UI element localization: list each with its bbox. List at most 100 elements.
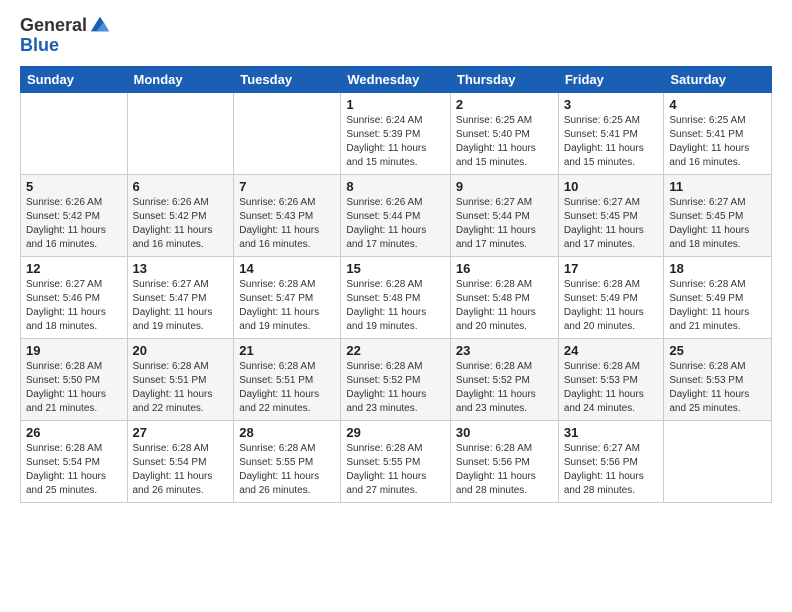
day-number: 11	[669, 179, 766, 194]
day-number: 15	[346, 261, 445, 276]
weekday-header-sunday: Sunday	[21, 66, 128, 92]
day-number: 12	[26, 261, 122, 276]
logo-icon	[89, 13, 111, 35]
logo-general-text: General	[20, 16, 87, 36]
calendar-cell: 21 Sunrise: 6:28 AM Sunset: 5:51 PM Dayli…	[234, 338, 341, 420]
day-info: Sunrise: 6:25 AM Sunset: 5:41 PM Dayligh…	[564, 114, 659, 170]
calendar-week-row: 12 Sunrise: 6:27 AM Sunset: 5:46 PM Dayli…	[21, 256, 772, 338]
calendar-cell: 20 Sunrise: 6:28 AM Sunset: 5:51 PM Dayli…	[127, 338, 234, 420]
calendar-cell: 12 Sunrise: 6:27 AM Sunset: 5:46 PM Dayli…	[21, 256, 128, 338]
calendar-cell: 19 Sunrise: 6:28 AM Sunset: 5:50 PM Dayli…	[21, 338, 128, 420]
calendar-cell	[664, 420, 772, 502]
day-number: 29	[346, 425, 445, 440]
logo-blue-text: Blue	[20, 35, 59, 55]
calendar-cell: 2 Sunrise: 6:25 AM Sunset: 5:40 PM Daylig…	[450, 92, 558, 174]
day-info: Sunrise: 6:28 AM Sunset: 5:51 PM Dayligh…	[133, 360, 229, 416]
day-info: Sunrise: 6:27 AM Sunset: 5:46 PM Dayligh…	[26, 278, 122, 334]
weekday-header-tuesday: Tuesday	[234, 66, 341, 92]
calendar-cell: 7Sunrise: 6:26 AM Sunset: 5:43 PM Daylig…	[234, 174, 341, 256]
day-info: Sunrise: 6:28 AM Sunset: 5:54 PM Dayligh…	[26, 442, 122, 498]
day-info: Sunrise: 6:26 AM Sunset: 5:42 PM Dayligh…	[133, 196, 229, 252]
calendar-cell: 24Sunrise: 6:28 AM Sunset: 5:53 PM Dayli…	[558, 338, 664, 420]
calendar-header-row: SundayMondayTuesdayWednesdayThursdayFrid…	[21, 66, 772, 92]
day-info: Sunrise: 6:27 AM Sunset: 5:45 PM Dayligh…	[669, 196, 766, 252]
weekday-header-friday: Friday	[558, 66, 664, 92]
day-info: Sunrise: 6:26 AM Sunset: 5:44 PM Dayligh…	[346, 196, 445, 252]
calendar-cell: 15 Sunrise: 6:28 AM Sunset: 5:48 PM Dayli…	[341, 256, 451, 338]
day-number: 27	[133, 425, 229, 440]
day-number: 1	[346, 97, 445, 112]
calendar-week-row: 26 Sunrise: 6:28 AM Sunset: 5:54 PM Dayli…	[21, 420, 772, 502]
weekday-header-monday: Monday	[127, 66, 234, 92]
calendar-cell: 30Sunrise: 6:28 AM Sunset: 5:56 PM Dayli…	[450, 420, 558, 502]
day-info: Sunrise: 6:28 AM Sunset: 5:48 PM Dayligh…	[456, 278, 553, 334]
day-info: Sunrise: 6:27 AM Sunset: 5:44 PM Dayligh…	[456, 196, 553, 252]
day-info: Sunrise: 6:28 AM Sunset: 5:50 PM Dayligh…	[26, 360, 122, 416]
day-info: Sunrise: 6:27 AM Sunset: 5:56 PM Dayligh…	[564, 442, 659, 498]
day-number: 5	[26, 179, 122, 194]
day-info: Sunrise: 6:28 AM Sunset: 5:54 PM Dayligh…	[133, 442, 229, 498]
day-number: 10	[564, 179, 659, 194]
day-number: 4	[669, 97, 766, 112]
weekday-header-thursday: Thursday	[450, 66, 558, 92]
day-info: Sunrise: 6:28 AM Sunset: 5:47 PM Dayligh…	[239, 278, 335, 334]
day-info: Sunrise: 6:28 AM Sunset: 5:52 PM Dayligh…	[456, 360, 553, 416]
calendar-cell: 28 Sunrise: 6:28 AM Sunset: 5:55 PM Dayli…	[234, 420, 341, 502]
calendar-cell: 31 Sunrise: 6:27 AM Sunset: 5:56 PM Dayli…	[558, 420, 664, 502]
calendar-cell: 3 Sunrise: 6:25 AM Sunset: 5:41 PM Daylig…	[558, 92, 664, 174]
day-info: Sunrise: 6:25 AM Sunset: 5:41 PM Dayligh…	[669, 114, 766, 170]
day-number: 26	[26, 425, 122, 440]
calendar-cell: 29 Sunrise: 6:28 AM Sunset: 5:55 PM Dayli…	[341, 420, 451, 502]
day-number: 17	[564, 261, 659, 276]
header: General Blue	[20, 16, 772, 56]
day-number: 31	[564, 425, 659, 440]
day-number: 13	[133, 261, 229, 276]
calendar-cell: 18Sunrise: 6:28 AM Sunset: 5:49 PM Dayli…	[664, 256, 772, 338]
calendar-week-row: 1 Sunrise: 6:24 AM Sunset: 5:39 PM Daylig…	[21, 92, 772, 174]
weekday-header-saturday: Saturday	[664, 66, 772, 92]
calendar-week-row: 5 Sunrise: 6:26 AM Sunset: 5:42 PM Daylig…	[21, 174, 772, 256]
calendar-cell: 27 Sunrise: 6:28 AM Sunset: 5:54 PM Dayli…	[127, 420, 234, 502]
calendar-cell: 16 Sunrise: 6:28 AM Sunset: 5:48 PM Dayli…	[450, 256, 558, 338]
day-number: 3	[564, 97, 659, 112]
day-number: 28	[239, 425, 335, 440]
calendar-cell: 5 Sunrise: 6:26 AM Sunset: 5:42 PM Daylig…	[21, 174, 128, 256]
day-number: 14	[239, 261, 335, 276]
calendar-cell	[234, 92, 341, 174]
day-number: 21	[239, 343, 335, 358]
day-number: 23	[456, 343, 553, 358]
day-number: 16	[456, 261, 553, 276]
day-info: Sunrise: 6:28 AM Sunset: 5:56 PM Dayligh…	[456, 442, 553, 498]
day-number: 19	[26, 343, 122, 358]
calendar-cell	[127, 92, 234, 174]
calendar-cell: 10Sunrise: 6:27 AM Sunset: 5:45 PM Dayli…	[558, 174, 664, 256]
day-info: Sunrise: 6:28 AM Sunset: 5:53 PM Dayligh…	[669, 360, 766, 416]
calendar-cell	[21, 92, 128, 174]
day-info: Sunrise: 6:28 AM Sunset: 5:55 PM Dayligh…	[346, 442, 445, 498]
page: General Blue SundayMondayTuesdayWednesda…	[0, 0, 792, 612]
day-info: Sunrise: 6:28 AM Sunset: 5:51 PM Dayligh…	[239, 360, 335, 416]
calendar-cell: 25Sunrise: 6:28 AM Sunset: 5:53 PM Dayli…	[664, 338, 772, 420]
calendar-cell: 22Sunrise: 6:28 AM Sunset: 5:52 PM Dayli…	[341, 338, 451, 420]
day-number: 18	[669, 261, 766, 276]
calendar-week-row: 19 Sunrise: 6:28 AM Sunset: 5:50 PM Dayli…	[21, 338, 772, 420]
day-number: 8	[346, 179, 445, 194]
calendar-cell: 26 Sunrise: 6:28 AM Sunset: 5:54 PM Dayli…	[21, 420, 128, 502]
day-info: Sunrise: 6:24 AM Sunset: 5:39 PM Dayligh…	[346, 114, 445, 170]
calendar-cell: 1 Sunrise: 6:24 AM Sunset: 5:39 PM Daylig…	[341, 92, 451, 174]
day-number: 2	[456, 97, 553, 112]
day-info: Sunrise: 6:28 AM Sunset: 5:48 PM Dayligh…	[346, 278, 445, 334]
day-info: Sunrise: 6:28 AM Sunset: 5:55 PM Dayligh…	[239, 442, 335, 498]
day-info: Sunrise: 6:26 AM Sunset: 5:42 PM Dayligh…	[26, 196, 122, 252]
day-number: 7	[239, 179, 335, 194]
logo: General Blue	[20, 16, 111, 56]
day-number: 6	[133, 179, 229, 194]
calendar-table: SundayMondayTuesdayWednesdayThursdayFrid…	[20, 66, 772, 503]
day-info: Sunrise: 6:28 AM Sunset: 5:49 PM Dayligh…	[564, 278, 659, 334]
day-info: Sunrise: 6:27 AM Sunset: 5:47 PM Dayligh…	[133, 278, 229, 334]
day-info: Sunrise: 6:25 AM Sunset: 5:40 PM Dayligh…	[456, 114, 553, 170]
weekday-header-wednesday: Wednesday	[341, 66, 451, 92]
day-number: 20	[133, 343, 229, 358]
day-number: 9	[456, 179, 553, 194]
calendar-cell: 13 Sunrise: 6:27 AM Sunset: 5:47 PM Dayli…	[127, 256, 234, 338]
